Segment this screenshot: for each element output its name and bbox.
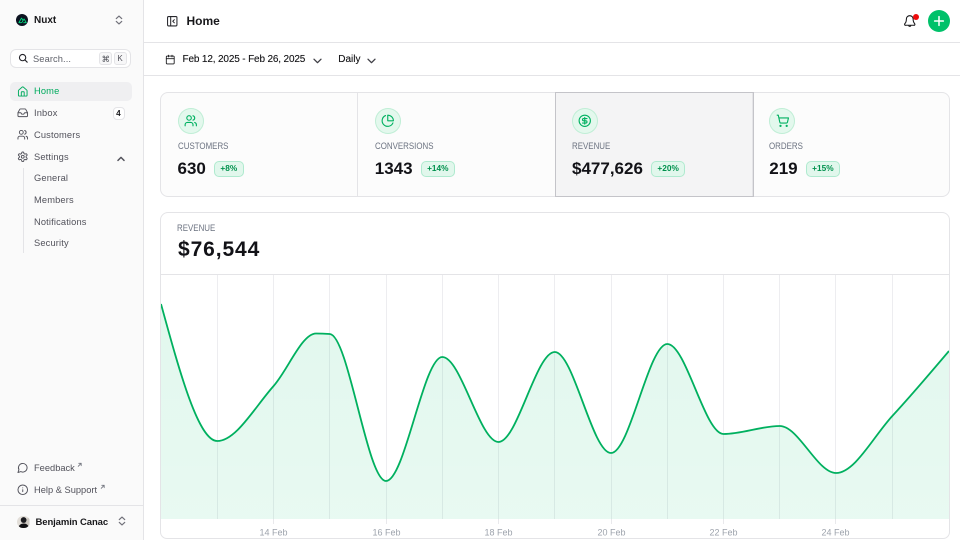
svg-text:14 Feb: 14 Feb — [259, 527, 287, 537]
svg-text:18 Feb: 18 Feb — [484, 527, 512, 537]
svg-text:16 Feb: 16 Feb — [372, 527, 400, 537]
svg-text:22 Feb: 22 Feb — [709, 527, 737, 537]
svg-text:20 Feb: 20 Feb — [597, 527, 625, 537]
svg-text:24 Feb: 24 Feb — [821, 527, 849, 537]
